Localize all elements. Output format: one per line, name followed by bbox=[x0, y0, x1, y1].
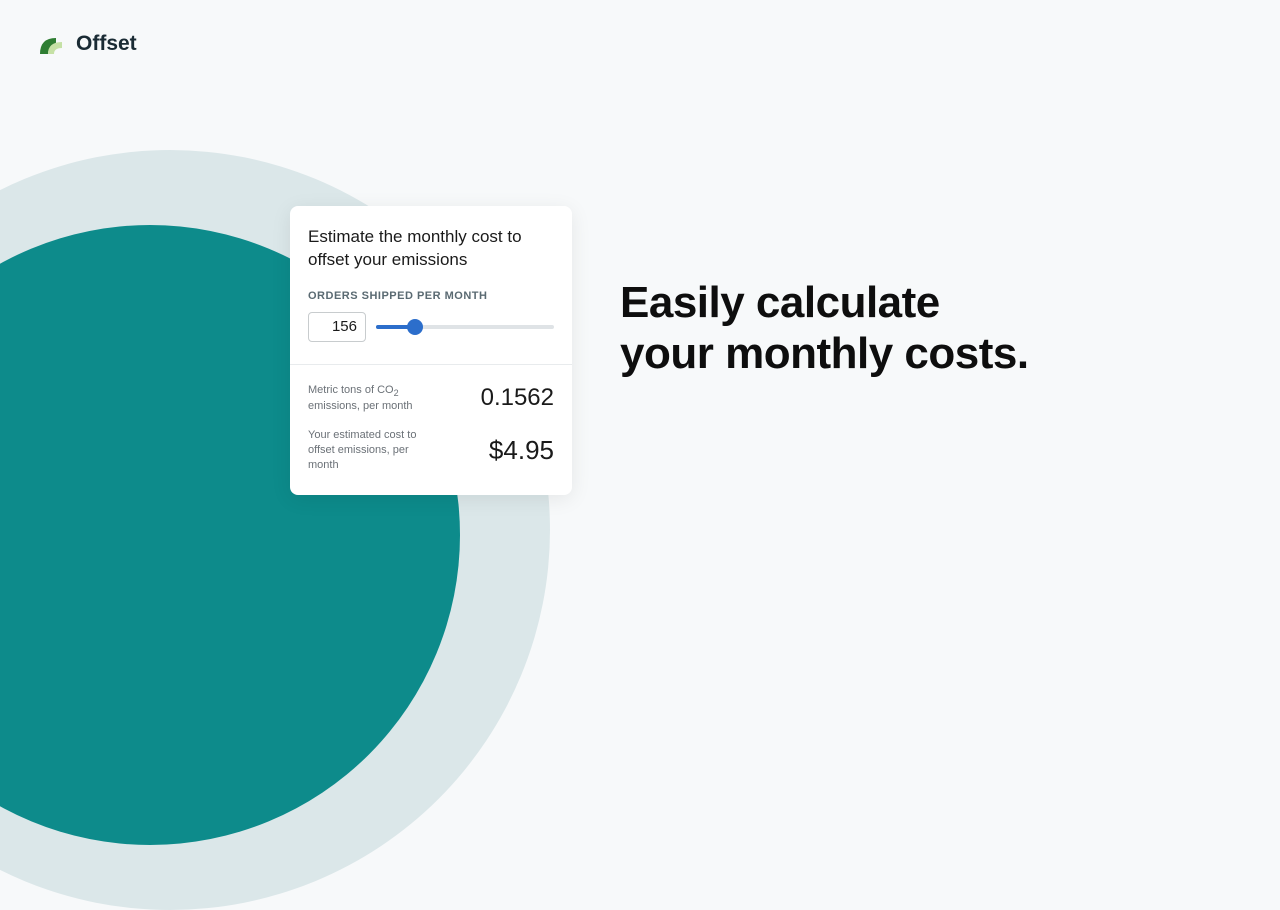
card-inputs-section: Estimate the monthly cost to offset your… bbox=[290, 206, 572, 364]
card-results-section: Metric tons of CO2 emissions, per month … bbox=[290, 364, 572, 495]
orders-controls bbox=[308, 312, 554, 342]
orders-slider[interactable] bbox=[376, 312, 554, 342]
emissions-label-part1: Metric tons of CO bbox=[308, 384, 394, 396]
slider-thumb[interactable] bbox=[407, 319, 423, 335]
card-title: Estimate the monthly cost to offset your… bbox=[308, 226, 554, 272]
cost-value: $4.95 bbox=[489, 435, 554, 466]
leaf-icon bbox=[36, 30, 64, 58]
cost-row: Your estimated cost to offset emissions,… bbox=[308, 428, 554, 473]
emissions-row: Metric tons of CO2 emissions, per month … bbox=[308, 383, 554, 414]
page-headline: Easily calculate your monthly costs. bbox=[620, 278, 1029, 379]
emissions-label-part2: emissions, per month bbox=[308, 400, 413, 412]
orders-input[interactable] bbox=[308, 312, 366, 342]
emissions-value: 0.1562 bbox=[481, 384, 554, 412]
orders-label: ORDERS SHIPPED PER MONTH bbox=[308, 290, 554, 302]
headline-line-1: Easily calculate bbox=[620, 278, 940, 327]
cost-label-part2: offset emissions, per month bbox=[308, 444, 409, 471]
cost-label-part1: Your estimated cost to bbox=[308, 429, 416, 441]
estimate-card: Estimate the monthly cost to offset your… bbox=[290, 206, 572, 495]
co2-subscript: 2 bbox=[394, 388, 399, 398]
emissions-label: Metric tons of CO2 emissions, per month bbox=[308, 383, 413, 414]
brand-logo: Offset bbox=[36, 30, 137, 58]
cost-label: Your estimated cost to offset emissions,… bbox=[308, 428, 438, 473]
headline-line-2: your monthly costs. bbox=[620, 329, 1029, 378]
brand-name: Offset bbox=[76, 32, 137, 56]
